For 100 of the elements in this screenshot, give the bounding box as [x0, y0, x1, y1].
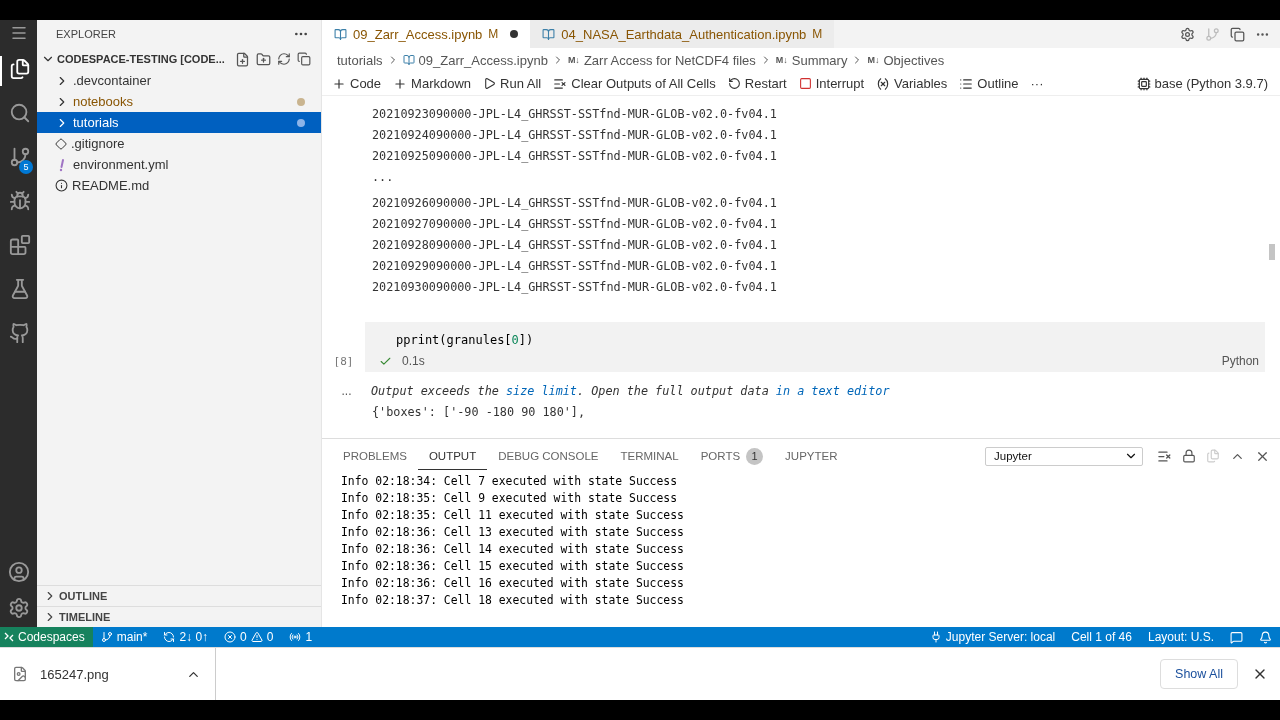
- modified-dot: [297, 97, 305, 106]
- tree-item[interactable]: README.md: [37, 175, 321, 196]
- log-line: Info 02:18:36: Cell 13 executed with state Success: [340, 524, 685, 541]
- toolbar-button[interactable]: Restart: [727, 76, 787, 91]
- activity-button[interactable]: 5: [0, 144, 37, 174]
- toolbar-button[interactable]: Markdown: [393, 76, 472, 91]
- toolbar-button[interactable]: Variables: [876, 76, 948, 91]
- log-line: Info 02:18:36: Cell 14 executed with state Success: [340, 541, 685, 558]
- play-icon: [483, 77, 497, 90]
- feedback-icon[interactable]: [1230, 630, 1243, 644]
- panel-tab[interactable]: DEBUG CONSOLE: [487, 442, 610, 470]
- log-line: Info 02:18:36: Cell 15 executed with state Success: [340, 558, 685, 575]
- warning-icon: [250, 631, 263, 643]
- panel-tab[interactable]: TERMINAL: [609, 442, 690, 470]
- file-name: environment.yml: [73, 157, 170, 172]
- toolbar-button[interactable]: Outline: [959, 76, 1019, 91]
- channel-dropdown[interactable]: Jupyter: [985, 446, 1143, 466]
- account-icon[interactable]: [7, 561, 30, 583]
- stop-icon: [798, 77, 812, 90]
- log-line: Info 02:18:35: Cell 11 executed with state Success: [340, 507, 685, 524]
- branch-icon[interactable]: [8, 146, 31, 168]
- clear-list-icon[interactable]: [1157, 448, 1172, 464]
- new-folder-icon[interactable]: [256, 51, 271, 67]
- remote-indicator[interactable]: Codespaces: [0, 627, 93, 647]
- kernel-icon: [1136, 76, 1151, 91]
- text-link[interactable]: size limit: [505, 384, 577, 398]
- download-name[interactable]: 165247.png: [40, 666, 109, 682]
- plus-icon: [393, 76, 408, 91]
- scrollbar-thumb[interactable]: [1269, 244, 1275, 260]
- output-line: 20210924090000-JPL-L4_GHRSST-SSTfnd-MUR-GLOB-v02.0-fv04.1: [372, 127, 777, 144]
- refresh-icon[interactable]: [277, 51, 291, 66]
- toolbar-button[interactable]: Clear Outputs of All Cells: [553, 76, 716, 91]
- toolbar-button[interactable]: Interrupt: [798, 76, 865, 91]
- problems-indicator[interactable]: 0 0: [216, 630, 282, 644]
- git-status: M: [488, 27, 499, 41]
- editor-tab[interactable]: 04_NASA_Earthdata_Authentication.ipynb M: [530, 20, 835, 48]
- tree-item[interactable]: .devcontainer: [37, 70, 321, 91]
- panel-tab[interactable]: PORTS 1: [689, 439, 775, 473]
- branch-icon: [100, 631, 113, 643]
- lock-icon[interactable]: [1182, 449, 1196, 463]
- markdown-marker: M↓: [775, 55, 788, 65]
- settings-icon[interactable]: [1180, 26, 1195, 42]
- log-line: Info 02:18:37: Cell 18 executed with state Success: [340, 592, 685, 609]
- breadcrumb[interactable]: 09_Zarr_Access.ipynb: [418, 52, 548, 68]
- markdown-marker: M↓: [867, 55, 880, 65]
- layout-indicator[interactable]: Layout: U.S.: [1139, 630, 1222, 644]
- breadcrumb[interactable]: Summary: [791, 52, 848, 68]
- plug-icon: [929, 631, 942, 643]
- file-name: tutorials: [73, 115, 120, 130]
- panel-tab[interactable]: JUPYTER: [774, 442, 849, 470]
- file-name: README.md: [72, 178, 151, 193]
- run-time: 0.1s: [402, 354, 425, 368]
- git-status: M: [812, 27, 823, 41]
- section-header[interactable]: OUTLINE: [37, 585, 321, 606]
- blocks-icon[interactable]: [8, 234, 31, 256]
- tree-item[interactable]: notebooks: [37, 91, 321, 112]
- workspace-header[interactable]: CODESPACE-TESTING [CODE...: [37, 48, 321, 70]
- notebook-icon: [334, 27, 347, 41]
- toolbar-button[interactable]: Run All: [483, 76, 542, 91]
- sync-indicator[interactable]: 2↓ 0↑: [155, 630, 217, 644]
- info-icon: [55, 179, 68, 192]
- ellipsis: ...: [372, 169, 394, 186]
- tree-item[interactable]: .gitignore: [37, 133, 321, 154]
- text-link[interactable]: in a text editor: [775, 384, 890, 398]
- toolbar-button[interactable]: base (Python 3.9.7): [1136, 76, 1268, 91]
- ports-indicator[interactable]: 1: [281, 630, 321, 644]
- editor-tab[interactable]: 09_Zarr_Access.ipynb M: [322, 20, 531, 48]
- image-file-icon: [12, 666, 28, 682]
- more-button[interactable]: ···: [1030, 76, 1044, 91]
- tree-item[interactable]: tutorials: [37, 112, 321, 133]
- output-line: 20210929090000-JPL-L4_GHRSST-SSTfnd-MUR-GLOB-v02.0-fv04.1: [372, 258, 777, 275]
- search-icon[interactable]: [8, 102, 31, 124]
- diamond-icon: [55, 137, 67, 150]
- breadcrumb[interactable]: tutorials: [337, 52, 383, 68]
- cell-language[interactable]: Python: [1221, 354, 1259, 368]
- show-all-button[interactable]: Show All: [1160, 659, 1238, 689]
- output-marker[interactable]: ...: [322, 384, 371, 398]
- output-line: 20210926090000-JPL-L4_GHRSST-SSTfnd-MUR-GLOB-v02.0-fv04.1: [372, 195, 777, 212]
- cell-indicator[interactable]: Cell 1 of 46: [1063, 630, 1140, 644]
- github-icon[interactable]: [8, 322, 31, 344]
- new-file-icon[interactable]: [235, 51, 250, 67]
- breadcrumb[interactable]: Objectives: [883, 52, 945, 68]
- file-name: notebooks: [73, 94, 134, 109]
- bug-icon[interactable]: [8, 190, 31, 212]
- menu-icon[interactable]: [9, 24, 28, 42]
- count-badge: 5: [19, 160, 33, 174]
- panel-tab[interactable]: OUTPUT: [417, 442, 488, 470]
- tree-item[interactable]: environment.yml: [37, 154, 321, 175]
- settings-icon[interactable]: [7, 597, 30, 619]
- log-line: Info 02:18:34: Cell 7 executed with state Success: [340, 473, 679, 490]
- breadcrumb[interactable]: Zarr Access for NetCDF4 files: [583, 52, 756, 68]
- server-indicator[interactable]: Jupyter Server: local: [921, 630, 1064, 644]
- toolbar-button[interactable]: Code: [332, 76, 382, 91]
- files-icon[interactable]: [8, 58, 31, 80]
- branch-indicator[interactable]: main*: [92, 630, 156, 644]
- panel-tab[interactable]: PROBLEMS: [332, 442, 418, 470]
- sidebar-title: EXPLORER: [56, 28, 116, 40]
- error-icon: [224, 631, 237, 643]
- bell-icon[interactable]: [1259, 630, 1272, 644]
- clear-list-icon: [553, 76, 568, 91]
